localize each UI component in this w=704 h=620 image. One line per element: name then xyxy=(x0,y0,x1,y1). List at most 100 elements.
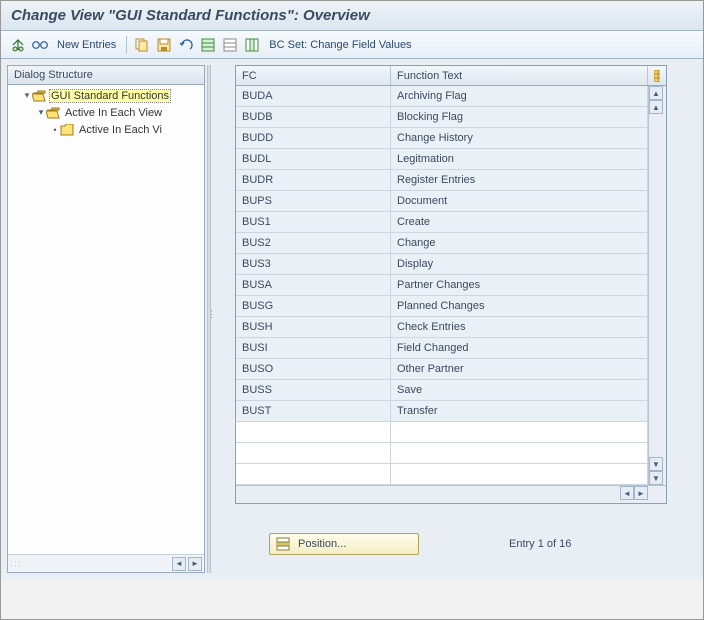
cell-fc[interactable]: BUPS xyxy=(236,191,391,211)
cell-fc[interactable]: BUSS xyxy=(236,380,391,400)
table-row[interactable]: BUSOOther Partner xyxy=(236,359,648,380)
table-row[interactable]: BUDAArchiving Flag xyxy=(236,86,648,107)
table-row[interactable]: BUDDChange History xyxy=(236,128,648,149)
table-body: BUDAArchiving FlagBUDBBlocking FlagBUDDC… xyxy=(236,86,666,485)
tree-node[interactable]: • Active In Each Vi xyxy=(8,121,204,138)
scroll-left-button[interactable]: ◄ xyxy=(172,557,186,571)
footer: Position... Entry 1 of 16 xyxy=(213,519,697,573)
cell-function-text[interactable] xyxy=(391,422,648,442)
content-area: FC Function Text BUDAArchiving FlagBUDBB… xyxy=(213,65,697,573)
scroll-left-button-2[interactable]: ◄ xyxy=(620,486,634,500)
cell-function-text[interactable]: Save xyxy=(391,380,648,400)
cell-function-text[interactable]: Field Changed xyxy=(391,338,648,358)
table-row[interactable]: BUS1Create xyxy=(236,212,648,233)
chevron-down-icon[interactable]: ▾ xyxy=(22,90,32,101)
table-row[interactable]: BUSGPlanned Changes xyxy=(236,296,648,317)
tree-node[interactable]: ▾Active In Each View xyxy=(8,104,204,121)
table-row[interactable]: BUPSDocument xyxy=(236,191,648,212)
folder-open-icon xyxy=(32,90,46,102)
cell-fc[interactable]: BUS1 xyxy=(236,212,391,232)
cell-function-text[interactable]: Archiving Flag xyxy=(391,86,648,106)
undo-icon[interactable] xyxy=(177,36,195,54)
col-header-fc[interactable]: FC xyxy=(236,66,391,85)
cell-function-text[interactable] xyxy=(391,464,648,484)
scroll-up-button-2[interactable]: ▲ xyxy=(649,100,663,114)
cell-function-text[interactable]: Change xyxy=(391,233,648,253)
cell-function-text[interactable]: Blocking Flag xyxy=(391,107,648,127)
table-select-icon[interactable] xyxy=(199,36,217,54)
cell-function-text[interactable]: Planned Changes xyxy=(391,296,648,316)
cell-fc[interactable]: BUDB xyxy=(236,107,391,127)
cell-fc[interactable]: BUDR xyxy=(236,170,391,190)
cell-fc[interactable] xyxy=(236,464,391,484)
bullet-icon[interactable]: • xyxy=(50,125,60,135)
col-header-function-text[interactable]: Function Text xyxy=(391,66,648,85)
scroll-down-button[interactable]: ▼ xyxy=(649,471,663,485)
table-row[interactable] xyxy=(236,443,648,464)
cell-fc[interactable]: BUDA xyxy=(236,86,391,106)
cell-fc[interactable]: BUSG xyxy=(236,296,391,316)
cell-fc[interactable]: BUSH xyxy=(236,317,391,337)
cell-fc[interactable]: BUS3 xyxy=(236,254,391,274)
cell-function-text[interactable]: Check Entries xyxy=(391,317,648,337)
cell-fc[interactable]: BUSI xyxy=(236,338,391,358)
horizontal-scrollbar[interactable]: ◄ ► xyxy=(236,485,666,503)
glasses-icon[interactable] xyxy=(31,36,49,54)
cell-function-text[interactable]: Register Entries xyxy=(391,170,648,190)
cell-fc[interactable]: BUSA xyxy=(236,275,391,295)
cell-function-text[interactable] xyxy=(391,443,648,463)
bc-set-button[interactable]: BC Set: Change Field Values xyxy=(265,37,415,53)
cell-fc[interactable]: BUSO xyxy=(236,359,391,379)
table-row[interactable] xyxy=(236,464,648,485)
chevron-down-icon[interactable]: ▾ xyxy=(36,107,46,118)
tree-node-label: Active In Each Vi xyxy=(77,123,164,137)
cell-fc[interactable] xyxy=(236,443,391,463)
vertical-scrollbar[interactable]: ▲ ▲ ▼ ▼ xyxy=(648,86,666,485)
splitter-handle[interactable] xyxy=(207,65,211,573)
cell-function-text[interactable]: Transfer xyxy=(391,401,648,421)
scroll-up-button[interactable]: ▲ xyxy=(649,86,663,100)
separator xyxy=(126,36,127,54)
table-row[interactable]: BUDRRegister Entries xyxy=(236,170,648,191)
table-row[interactable]: BUSTTransfer xyxy=(236,401,648,422)
cell-function-text[interactable]: Display xyxy=(391,254,648,274)
scroll-down-button-2[interactable]: ▼ xyxy=(649,457,663,471)
save-icon[interactable] xyxy=(155,36,173,54)
cell-function-text[interactable]: Create xyxy=(391,212,648,232)
cell-fc[interactable]: BUS2 xyxy=(236,233,391,253)
table-config-icon[interactable] xyxy=(648,66,666,85)
cell-fc[interactable]: BUDL xyxy=(236,149,391,169)
table-row[interactable]: BUDLLegitmation xyxy=(236,149,648,170)
cell-function-text[interactable]: Change History xyxy=(391,128,648,148)
table-row[interactable]: BUSSSave xyxy=(236,380,648,401)
position-label: Position... xyxy=(298,538,346,550)
scroll-right-button-2[interactable]: ► xyxy=(634,486,648,500)
table-deselect-icon[interactable] xyxy=(221,36,239,54)
table-row[interactable]: BUS3Display xyxy=(236,254,648,275)
table-row[interactable]: BUSAPartner Changes xyxy=(236,275,648,296)
table-row[interactable]: BUS2Change xyxy=(236,233,648,254)
cell-fc[interactable]: BUDD xyxy=(236,128,391,148)
tree-footer: ::: ◄ ► xyxy=(8,554,204,572)
tree-node[interactable]: ▾GUI Standard Functions xyxy=(8,87,204,104)
expand-tree-icon[interactable] xyxy=(9,36,27,54)
table-row[interactable]: BUDBBlocking Flag xyxy=(236,107,648,128)
title-bar: Change View "GUI Standard Functions": Ov… xyxy=(1,1,703,31)
table-row[interactable]: BUSIField Changed xyxy=(236,338,648,359)
new-entries-button[interactable]: New Entries xyxy=(53,37,120,53)
table-row[interactable]: BUSHCheck Entries xyxy=(236,317,648,338)
cell-fc[interactable] xyxy=(236,422,391,442)
cell-function-text[interactable]: Legitmation xyxy=(391,149,648,169)
position-button[interactable]: Position... xyxy=(269,533,419,555)
scroll-right-button[interactable]: ► xyxy=(188,557,202,571)
toolbar: New Entries BC Set: Change Field Values xyxy=(1,31,703,59)
cell-function-text[interactable]: Other Partner xyxy=(391,359,648,379)
cell-fc[interactable]: BUST xyxy=(236,401,391,421)
table-column-icon[interactable] xyxy=(243,36,261,54)
grip-icon: ::: xyxy=(10,559,23,568)
table-row[interactable] xyxy=(236,422,648,443)
cell-function-text[interactable]: Document xyxy=(391,191,648,211)
cell-function-text[interactable]: Partner Changes xyxy=(391,275,648,295)
copy-icon[interactable] xyxy=(133,36,151,54)
tree-panel: Dialog Structure ▾GUI Standard Functions… xyxy=(7,65,205,573)
